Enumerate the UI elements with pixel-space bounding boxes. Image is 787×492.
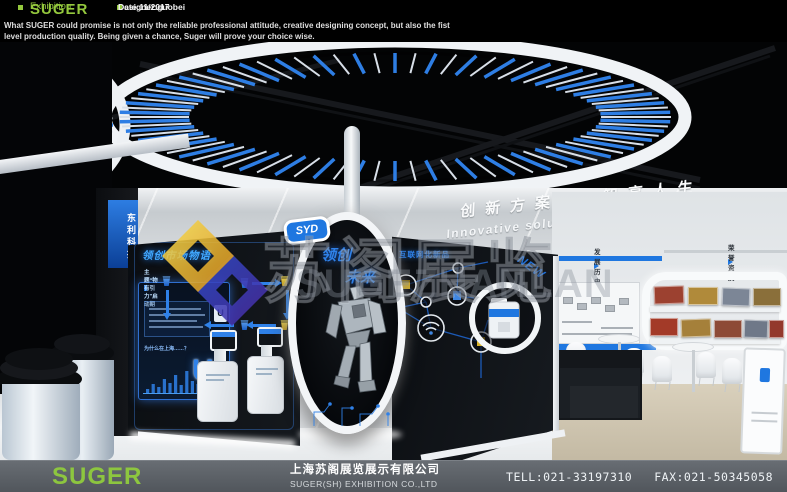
platform-step bbox=[570, 386, 638, 418]
kiosk-label bbox=[256, 373, 272, 375]
contact-info: TELL:021-33197310 FAX:021-50345058 bbox=[506, 470, 773, 484]
award-plaque bbox=[769, 320, 784, 338]
company-name-cn: 上海苏阁展览展示有限公司 bbox=[290, 464, 440, 478]
brand-subtitle: Exhibition bbox=[30, 1, 71, 12]
promise-statement: What SUGER could promise is not only the… bbox=[4, 20, 450, 42]
telephone-number: TELL:021-33197310 bbox=[506, 470, 632, 484]
date-label: Date:11/2017 bbox=[118, 2, 170, 13]
watermark-logo bbox=[160, 220, 270, 326]
shelf-board bbox=[650, 338, 780, 344]
kiosk-tablet bbox=[257, 327, 283, 347]
screen-question: 为什么在上海……？ bbox=[144, 345, 189, 352]
kiosk-body bbox=[247, 356, 284, 414]
award-plaque bbox=[722, 288, 751, 307]
circuit-lines-graphic bbox=[302, 396, 402, 428]
chair bbox=[722, 358, 742, 384]
brand-square-decoration bbox=[18, 5, 23, 10]
timeline-line bbox=[562, 321, 592, 323]
design-board: 创新方案 · 智享人生 Innovative solutions for sma… bbox=[0, 0, 787, 492]
kiosk-label bbox=[206, 379, 224, 381]
award-plaque bbox=[744, 320, 769, 339]
fax-number: FAX:021-50345058 bbox=[654, 470, 773, 484]
kiosk-label bbox=[206, 374, 230, 376]
chair bbox=[696, 352, 716, 378]
support-column bbox=[344, 126, 360, 226]
wall-stripe bbox=[664, 250, 787, 253]
photo-thumb bbox=[619, 298, 629, 305]
door-sign-icon bbox=[760, 368, 770, 382]
watermark-text-en: SUGEZHANLAN bbox=[296, 262, 614, 307]
company-name-en: SUGER(SH) EXHIBITION CO.,LTD bbox=[290, 479, 440, 489]
product-model-lid bbox=[5, 348, 73, 370]
award-plaque bbox=[681, 318, 712, 337]
chair bbox=[652, 356, 672, 382]
door-detail bbox=[751, 420, 777, 423]
company-names: 上海苏阁展览展示有限公司 SUGER(SH) EXHIBITION CO.,LT… bbox=[290, 464, 440, 489]
kiosk-tablet bbox=[210, 330, 237, 351]
title-bar: SUGER Exhibition Designer:guobei Date:11… bbox=[0, 0, 787, 42]
award-plaque bbox=[714, 320, 742, 338]
info-kiosk bbox=[247, 327, 285, 414]
footer-brand-logo: SUGER bbox=[52, 463, 142, 491]
door-detail bbox=[752, 412, 778, 415]
footer-bar: SUGER 上海苏阁展览展示有限公司 SUGER(SH) EXHIBITION … bbox=[0, 460, 787, 492]
award-plaque bbox=[654, 285, 685, 304]
tablet-header-bar bbox=[259, 329, 281, 334]
shelf-board bbox=[650, 306, 780, 312]
info-kiosk bbox=[197, 330, 239, 422]
table-leg bbox=[692, 350, 695, 392]
wall-stripe bbox=[552, 256, 662, 261]
award-plaque bbox=[753, 288, 781, 306]
side-door-panel bbox=[740, 347, 786, 454]
kiosk-body bbox=[197, 361, 238, 422]
tablet-header-bar bbox=[212, 332, 235, 337]
product-model-body bbox=[2, 384, 80, 460]
award-plaque bbox=[650, 318, 678, 336]
text-line bbox=[149, 326, 203, 328]
kiosk-label bbox=[256, 368, 278, 370]
timeline-line bbox=[601, 327, 633, 329]
award-plaque bbox=[688, 287, 718, 305]
